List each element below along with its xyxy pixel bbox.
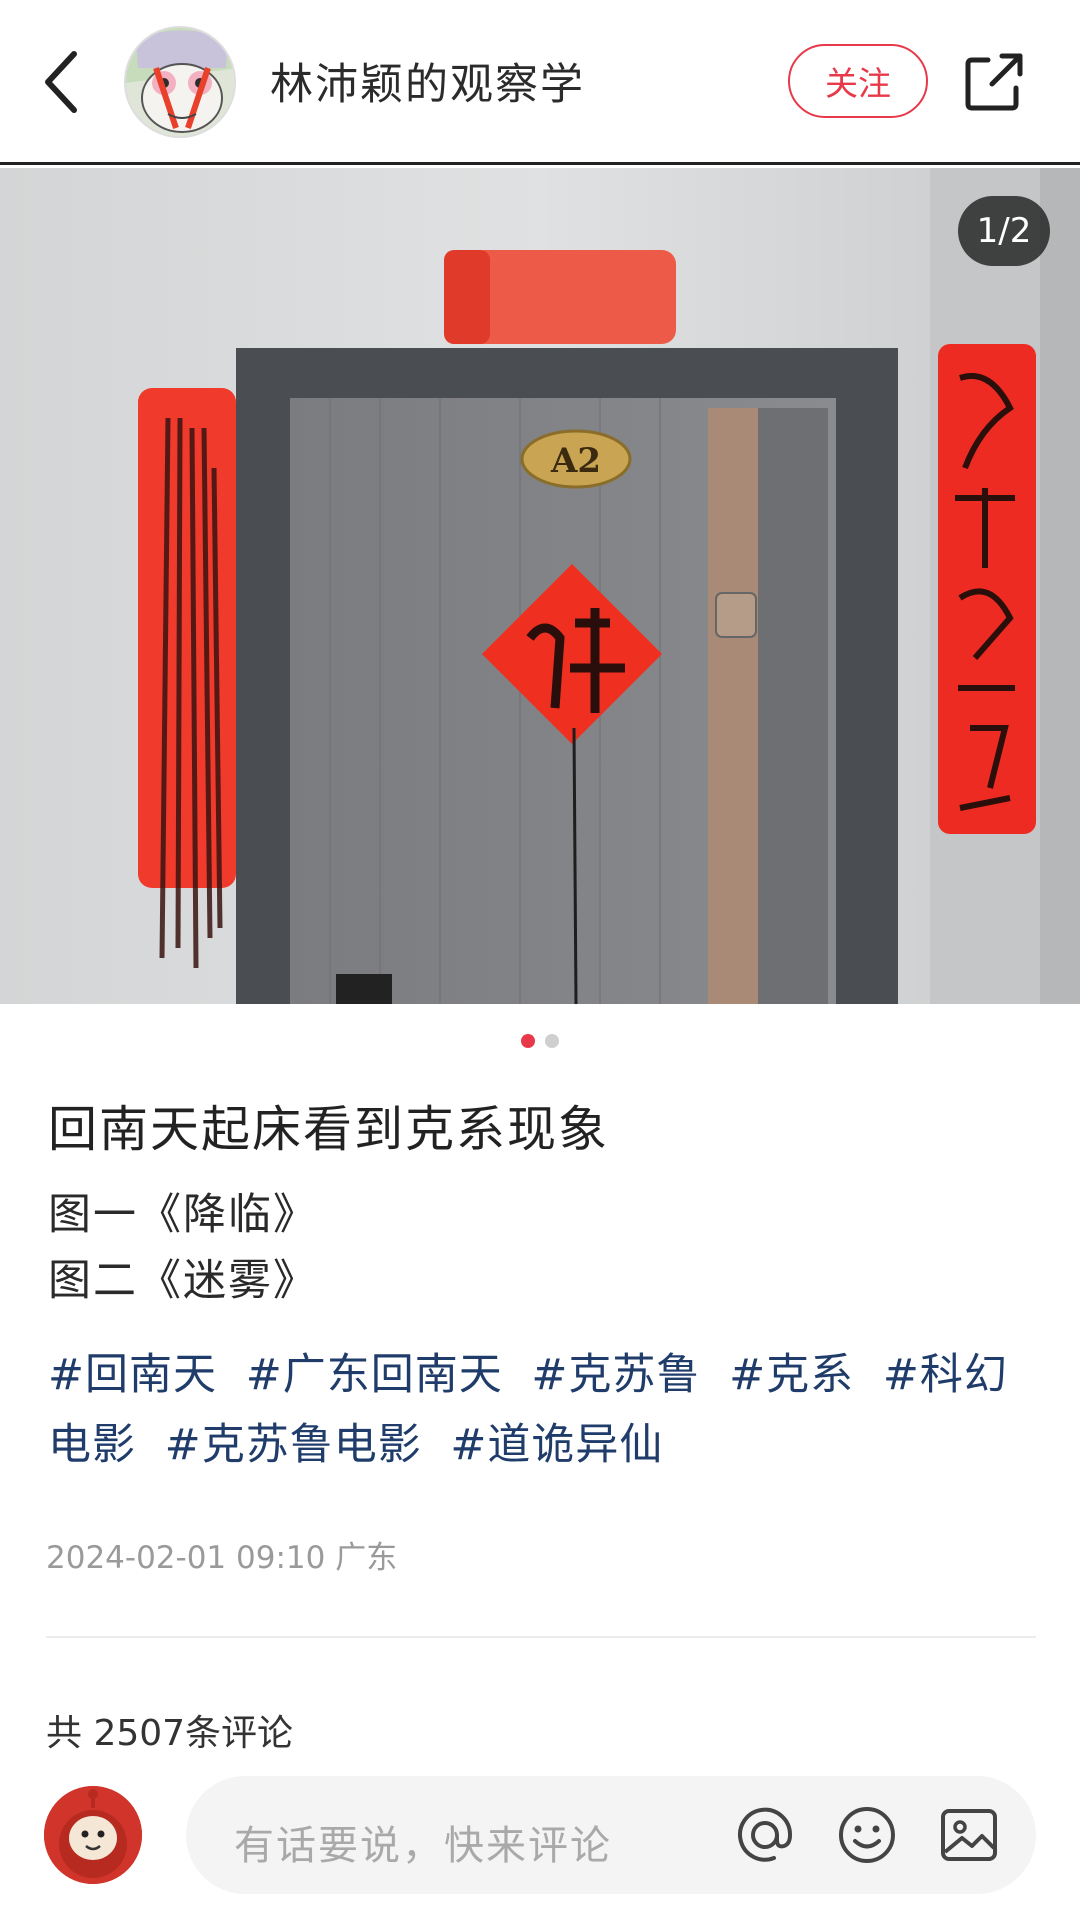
- author-name[interactable]: 林沛颖的观察学: [270, 50, 585, 112]
- comment-input[interactable]: 有话要说，快来评论: [186, 1776, 1036, 1894]
- author-avatar[interactable]: [124, 26, 236, 138]
- share-icon[interactable]: [962, 50, 1026, 114]
- post-meta: 2024-02-01 09:10 广东: [46, 1540, 398, 1576]
- hashtag-link[interactable]: #回南天: [48, 1350, 217, 1400]
- follow-button[interactable]: 关注: [788, 44, 928, 118]
- post-description-line: 图二《迷雾》: [48, 1256, 318, 1306]
- user-avatar[interactable]: [44, 1786, 142, 1884]
- pagination-dots: [0, 1034, 1080, 1048]
- page-dot[interactable]: [545, 1034, 559, 1048]
- at-icon[interactable]: [734, 1804, 796, 1866]
- image-icon[interactable]: [938, 1804, 1000, 1866]
- back-icon[interactable]: [36, 46, 88, 118]
- door-photo: A2: [0, 168, 1080, 1004]
- hashtag-link[interactable]: #广东回南天: [246, 1350, 503, 1400]
- post-title: 回南天起床看到克系现象: [48, 1101, 610, 1158]
- post-description-line: 图一《降临》: [48, 1190, 318, 1240]
- hashtag-link[interactable]: #克苏鲁: [531, 1350, 700, 1400]
- emoji-icon[interactable]: [836, 1804, 898, 1866]
- top-bar: 林沛颖的观察学 关注: [0, 0, 1080, 165]
- hashtag-list: #回南天 #广东回南天 #克苏鲁 #克系 #科幻电影 #克苏鲁电影 #道诡异仙: [48, 1340, 1038, 1480]
- page-dot[interactable]: [521, 1034, 535, 1048]
- image-counter: 1/2: [958, 196, 1050, 266]
- hashtag-link[interactable]: #克苏鲁电影: [165, 1420, 422, 1470]
- comment-placeholder: 有话要说，快来评论: [234, 1823, 612, 1869]
- hashtag-link[interactable]: #克系: [729, 1350, 854, 1400]
- post-image[interactable]: A2 1/2: [0, 168, 1080, 1004]
- hashtag-link[interactable]: #道诡异仙: [450, 1420, 663, 1470]
- comment-count: 共 2507条评论: [46, 1713, 294, 1754]
- divider: [46, 1636, 1036, 1638]
- door-plate: A2: [550, 441, 601, 481]
